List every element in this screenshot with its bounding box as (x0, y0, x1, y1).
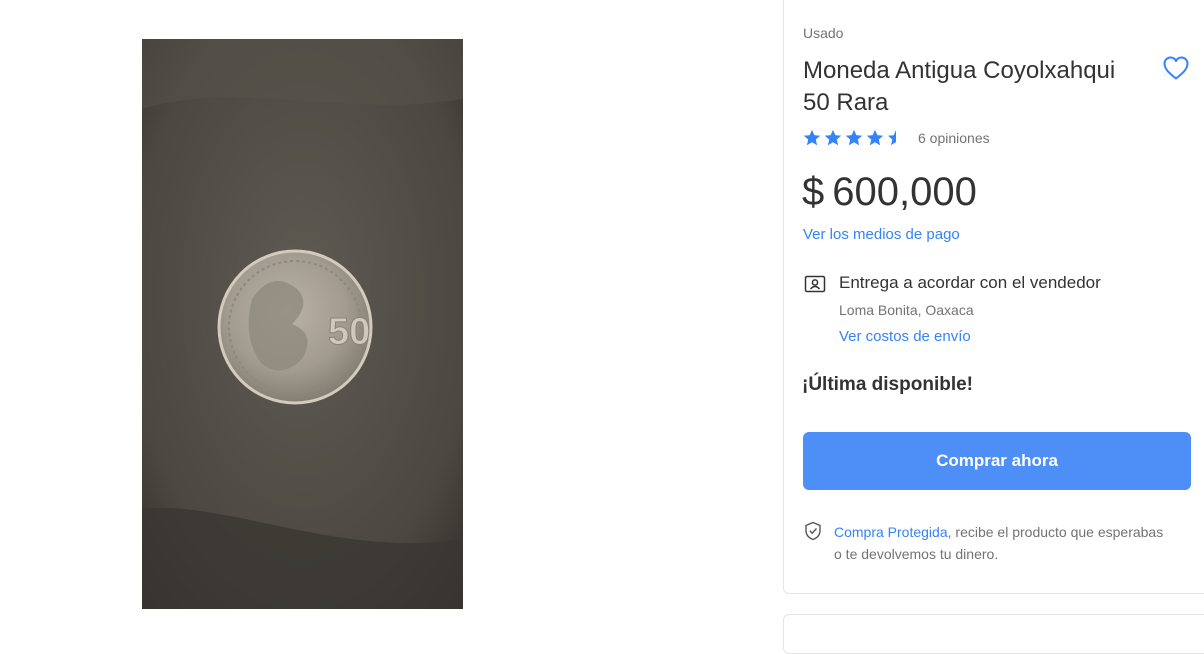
star-icon (846, 130, 862, 146)
shipping-title: Entrega a acordar con el vendedor (839, 273, 1101, 292)
shield-check-icon (805, 521, 821, 541)
favorite-button[interactable] (1160, 53, 1192, 83)
protection-link[interactable]: Compra Protegida (834, 524, 948, 540)
coin-denomination: 50 (328, 311, 370, 353)
stock-status: ¡Última disponible! (802, 374, 973, 395)
product-title: Moneda Antigua Coyolxahqui 50 Rara (803, 57, 1116, 116)
rating-stars (803, 129, 905, 147)
reviews-link[interactable]: 6 opiniones (918, 130, 990, 146)
product-image[interactable]: 50 (142, 39, 463, 609)
rating: 6 opiniones (803, 129, 990, 147)
seller-location: Loma Bonita, Oaxaca (839, 302, 974, 318)
image-gallery: 50 (0, 0, 770, 627)
purchase-protection: Compra Protegida, recibe el producto que… (834, 521, 1174, 565)
payment-methods-link[interactable]: Ver los medios de pago (803, 226, 960, 243)
star-icon (804, 130, 820, 146)
coin-photo: 50 (142, 39, 463, 609)
star-icon (825, 130, 841, 146)
star-icon (887, 129, 905, 147)
shipping-costs-link[interactable]: Ver costos de envío (839, 328, 971, 345)
secondary-panel (783, 614, 1204, 654)
buy-now-button[interactable]: Comprar ahora (803, 432, 1191, 490)
price: $600,000 (802, 168, 977, 216)
price-currency: $ (802, 170, 825, 214)
star-icon (867, 130, 883, 146)
item-condition: Usado (803, 25, 844, 41)
heart-icon (1163, 56, 1189, 80)
delivery-icon (804, 275, 826, 293)
price-amount: 600,000 (832, 170, 977, 214)
